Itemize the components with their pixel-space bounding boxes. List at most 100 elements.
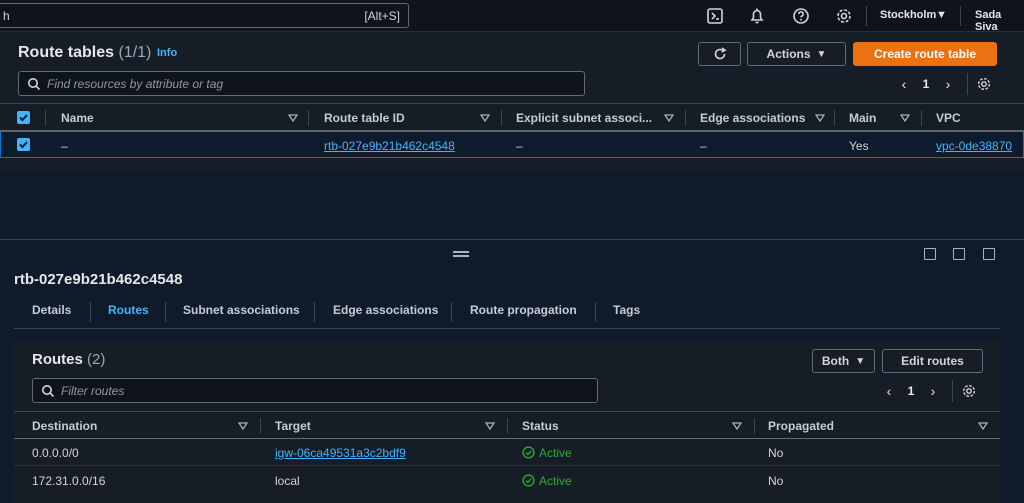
nav-divider: [866, 6, 867, 26]
route-tables-container: Route tables (1/1) Info Actions ▼ Create…: [0, 33, 1024, 173]
select-all-checkbox[interactable]: [17, 111, 30, 124]
current-page[interactable]: 1: [915, 77, 937, 91]
column-target[interactable]: Target: [275, 412, 311, 440]
column-divider: [754, 418, 755, 434]
cell-explicit-subnet: –: [516, 138, 523, 153]
sort-caret-icon[interactable]: [288, 113, 298, 123]
split-side-icon[interactable]: [953, 248, 965, 260]
column-status[interactable]: Status: [522, 412, 559, 440]
region-selector[interactable]: Stockholm: [880, 9, 936, 21]
search-icon: [42, 385, 55, 398]
tab-divider: [595, 302, 596, 322]
next-page-icon[interactable]: ›: [922, 383, 944, 399]
tab-edge-associations[interactable]: Edge associations: [333, 303, 438, 317]
column-main[interactable]: Main: [849, 104, 876, 132]
column-route-table-id[interactable]: Route table ID: [324, 104, 405, 132]
sort-caret-icon[interactable]: [732, 421, 742, 431]
tab-route-propagation[interactable]: Route propagation: [470, 303, 577, 317]
prev-page-icon[interactable]: ‹: [893, 76, 915, 92]
target-link[interactable]: igw-06ca49531a3c2bdf9: [275, 439, 406, 466]
prev-page-icon[interactable]: ‹: [878, 383, 900, 399]
column-propagated[interactable]: Propagated: [768, 412, 834, 440]
next-page-icon[interactable]: ›: [937, 76, 959, 92]
cell-edge-associations: –: [700, 138, 707, 153]
column-vpc[interactable]: VPC: [936, 104, 961, 132]
routes-header: Destination Target Status Propagated: [14, 411, 1000, 439]
cell-destination: 172.31.0.0/16: [32, 473, 106, 488]
sort-caret-icon[interactable]: [238, 421, 248, 431]
check-icon: [19, 114, 28, 122]
table-row: 0.0.0.0/0 igw-06ca49531a3c2bdf9 Active N…: [14, 439, 1000, 466]
nav-divider: [960, 6, 961, 26]
tab-divider: [90, 302, 91, 322]
panel-splitter[interactable]: [0, 239, 1024, 240]
table-row[interactable]: – rtb-027e9b21b462c4548 – – Yes vpc-0de3…: [0, 131, 1024, 158]
tab-subnet-associations[interactable]: Subnet associations: [183, 303, 300, 317]
column-edge-associations[interactable]: Edge associations: [700, 104, 805, 132]
route-tables-header: Name Route table ID Explicit subnet asso…: [0, 103, 1024, 131]
column-divider: [921, 110, 922, 126]
tab-details[interactable]: Details: [32, 303, 71, 317]
caret-down-icon: ▼: [816, 48, 827, 60]
sort-caret-icon[interactable]: [664, 113, 674, 123]
sort-caret-icon[interactable]: [485, 421, 495, 431]
preferences-gear-icon[interactable]: [961, 383, 977, 399]
create-route-table-button[interactable]: Create route table: [853, 42, 997, 66]
column-divider: [45, 110, 46, 126]
column-divider: [501, 110, 502, 126]
routes-pagination: ‹ 1 ›: [878, 380, 977, 402]
preferences-gear-icon[interactable]: [976, 76, 992, 92]
routes-panel: Routes (2) Both ▼ Edit routes ‹ 1 › Dest…: [14, 339, 1000, 503]
resource-filter-field[interactable]: [47, 75, 499, 93]
sort-caret-icon[interactable]: [815, 113, 825, 123]
resource-filter-input[interactable]: [18, 71, 585, 96]
cloudshell-icon[interactable]: [706, 7, 724, 25]
column-divider: [260, 418, 261, 434]
route-filter-dropdown[interactable]: Both ▼: [812, 349, 875, 373]
detail-tabs: Details Routes Subnet associations Edge …: [14, 297, 1000, 329]
cell-main: Yes: [849, 138, 869, 153]
tab-tags[interactable]: Tags: [613, 303, 640, 317]
check-icon: [19, 141, 28, 149]
pager-divider: [967, 73, 968, 95]
column-name[interactable]: Name: [61, 104, 94, 132]
cell-target: local: [275, 473, 300, 488]
search-shortcut: [Alt+S]: [364, 9, 400, 23]
route-table-id-link[interactable]: rtb-027e9b21b462c4548: [324, 132, 455, 159]
column-destination[interactable]: Destination: [32, 412, 97, 440]
route-tables-title: Route tables (1/1): [18, 44, 152, 61]
actions-button[interactable]: Actions ▼: [747, 42, 846, 66]
region-chevron-down-icon: ▼: [936, 9, 947, 21]
edit-routes-button[interactable]: Edit routes: [882, 349, 983, 373]
split-full-icon[interactable]: [983, 248, 995, 260]
row-checkbox[interactable]: [17, 138, 30, 151]
tab-routes[interactable]: Routes: [108, 303, 149, 317]
pager-divider: [952, 380, 953, 402]
sort-caret-icon[interactable]: [978, 421, 988, 431]
sort-caret-icon[interactable]: [900, 113, 910, 123]
user-menu[interactable]: Sada Siva: [975, 9, 1024, 33]
tab-divider: [314, 302, 315, 322]
column-explicit-subnet[interactable]: Explicit subnet associ...: [516, 104, 652, 132]
refresh-icon: [714, 47, 726, 60]
vpc-link[interactable]: vpc-0de38870: [936, 132, 1012, 159]
settings-gear-icon[interactable]: [835, 7, 853, 25]
top-navigation: h [Alt+S] Stockholm ▼ Sada Siva: [0, 0, 1024, 33]
current-page[interactable]: 1: [900, 384, 922, 398]
info-link[interactable]: Info: [157, 47, 177, 59]
table-row: 172.31.0.0/16 local Active No: [14, 467, 1000, 494]
cell-propagated: No: [768, 473, 784, 488]
refresh-button[interactable]: [698, 42, 741, 66]
sort-caret-icon[interactable]: [480, 113, 490, 123]
routes-filter-input[interactable]: [32, 378, 598, 403]
check-circle-icon: [522, 474, 535, 487]
route-table-detail-title: rtb-027e9b21b462c4548: [14, 271, 183, 288]
status-badge: Active: [522, 467, 572, 494]
routes-filter-field[interactable]: [61, 382, 513, 400]
help-icon[interactable]: [792, 7, 810, 25]
notifications-icon[interactable]: [748, 7, 766, 25]
resize-handle-icon[interactable]: [453, 251, 469, 257]
column-divider: [834, 110, 835, 126]
split-bottom-icon[interactable]: [924, 248, 936, 260]
global-search-input[interactable]: h [Alt+S]: [0, 3, 409, 28]
